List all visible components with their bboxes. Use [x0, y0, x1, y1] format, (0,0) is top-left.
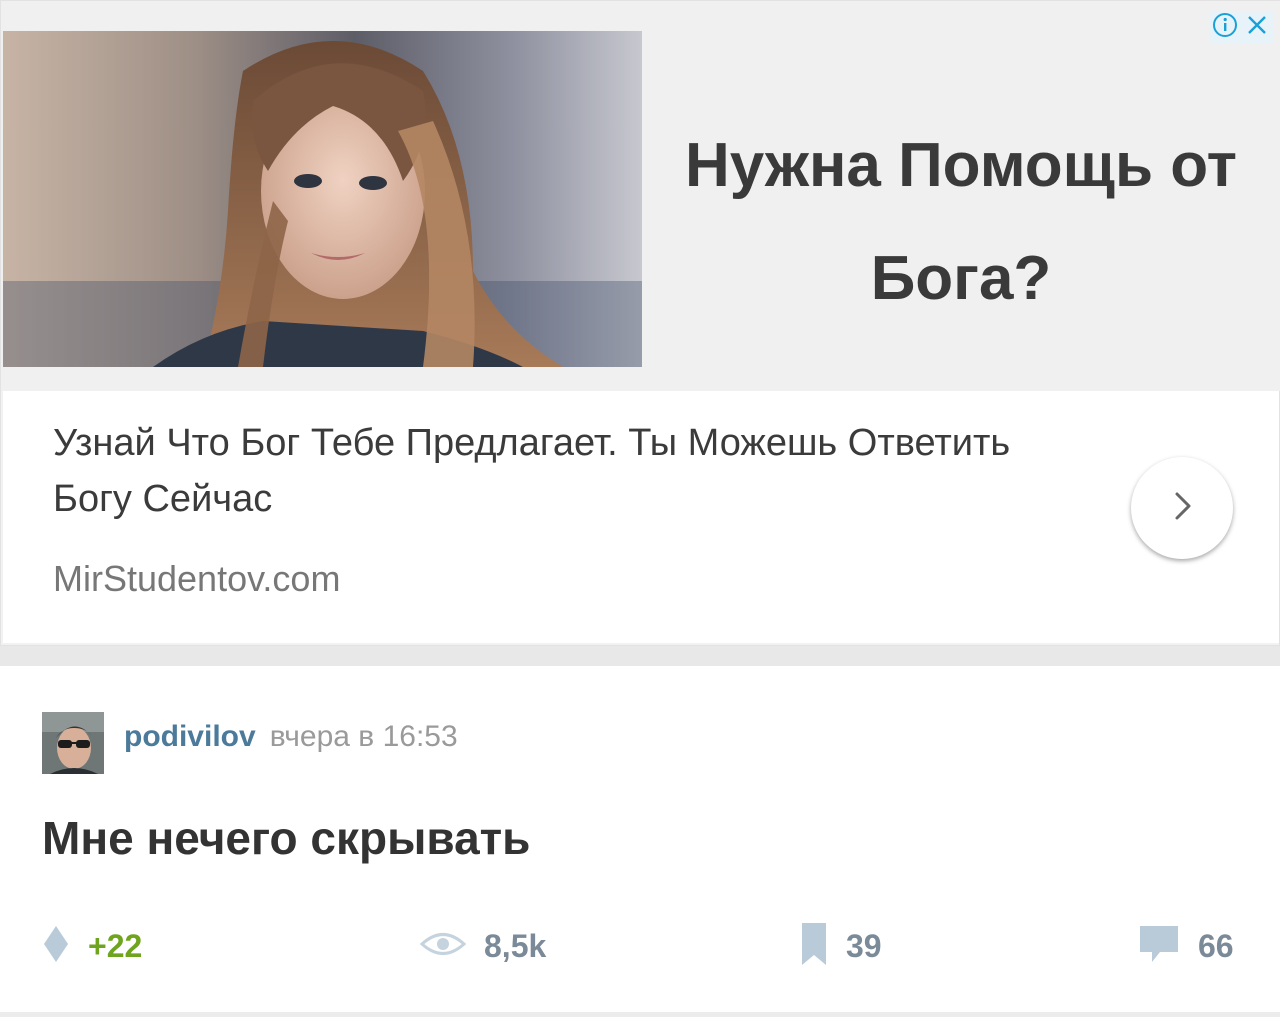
page: Нужна Помощь от Бога? Узнай Что Бог Тебе… — [0, 0, 1280, 1017]
rating-icon — [42, 924, 70, 969]
avatar[interactable] — [42, 712, 104, 774]
views-value: 8,5k — [484, 927, 547, 964]
post-card: podivilov вчера в 16:53 Мне нечего скрыв… — [0, 666, 1280, 1017]
rating-stat[interactable]: +22 — [42, 916, 142, 976]
ad-image[interactable] — [3, 31, 642, 367]
author-name[interactable]: podivilov — [124, 720, 256, 754]
ad-headline[interactable]: Нужна Помощь от Бога? — [661, 109, 1261, 335]
ad-info-button[interactable] — [1209, 11, 1241, 43]
chevron-right-icon — [1162, 486, 1202, 531]
comments-stat[interactable]: 66 — [1138, 916, 1234, 976]
ad-banner[interactable]: Нужна Помощь от Бога? Узнай Что Бог Тебе… — [0, 0, 1280, 646]
rating-value: +22 — [88, 927, 143, 964]
post-time: вчера в 16:53 — [269, 720, 458, 753]
ad-description[interactable]: Узнай Что Бог Тебе Предлагает. Ты Можешь… — [53, 415, 1063, 527]
ad-close-button[interactable] — [1241, 11, 1273, 43]
comment-icon — [1138, 924, 1180, 969]
views-stat: 8,5k — [419, 916, 547, 976]
bookmarks-value: 39 — [846, 927, 882, 964]
comments-value: 66 — [1198, 927, 1234, 964]
ad-next-button[interactable] — [1131, 457, 1233, 559]
bookmark-icon — [800, 921, 828, 972]
info-icon — [1212, 12, 1238, 43]
post-stats: +22 8,5k 39 66 — [0, 916, 1280, 976]
post-title[interactable]: Мне нечего скрывать — [42, 806, 530, 870]
ad-badges — [1209, 11, 1273, 43]
bookmarks-stat[interactable]: 39 — [800, 916, 882, 976]
ad-domain[interactable]: MirStudentov.com — [53, 557, 340, 601]
ad-text-section[interactable]: Узнай Что Бог Тебе Предлагает. Ты Можешь… — [3, 391, 1279, 643]
post-meta: podivilov вчера в 16:53 — [124, 720, 458, 764]
close-icon — [1245, 13, 1269, 42]
bottom-divider — [0, 1012, 1280, 1017]
eye-icon — [419, 929, 467, 964]
ad-separator — [0, 646, 1280, 666]
